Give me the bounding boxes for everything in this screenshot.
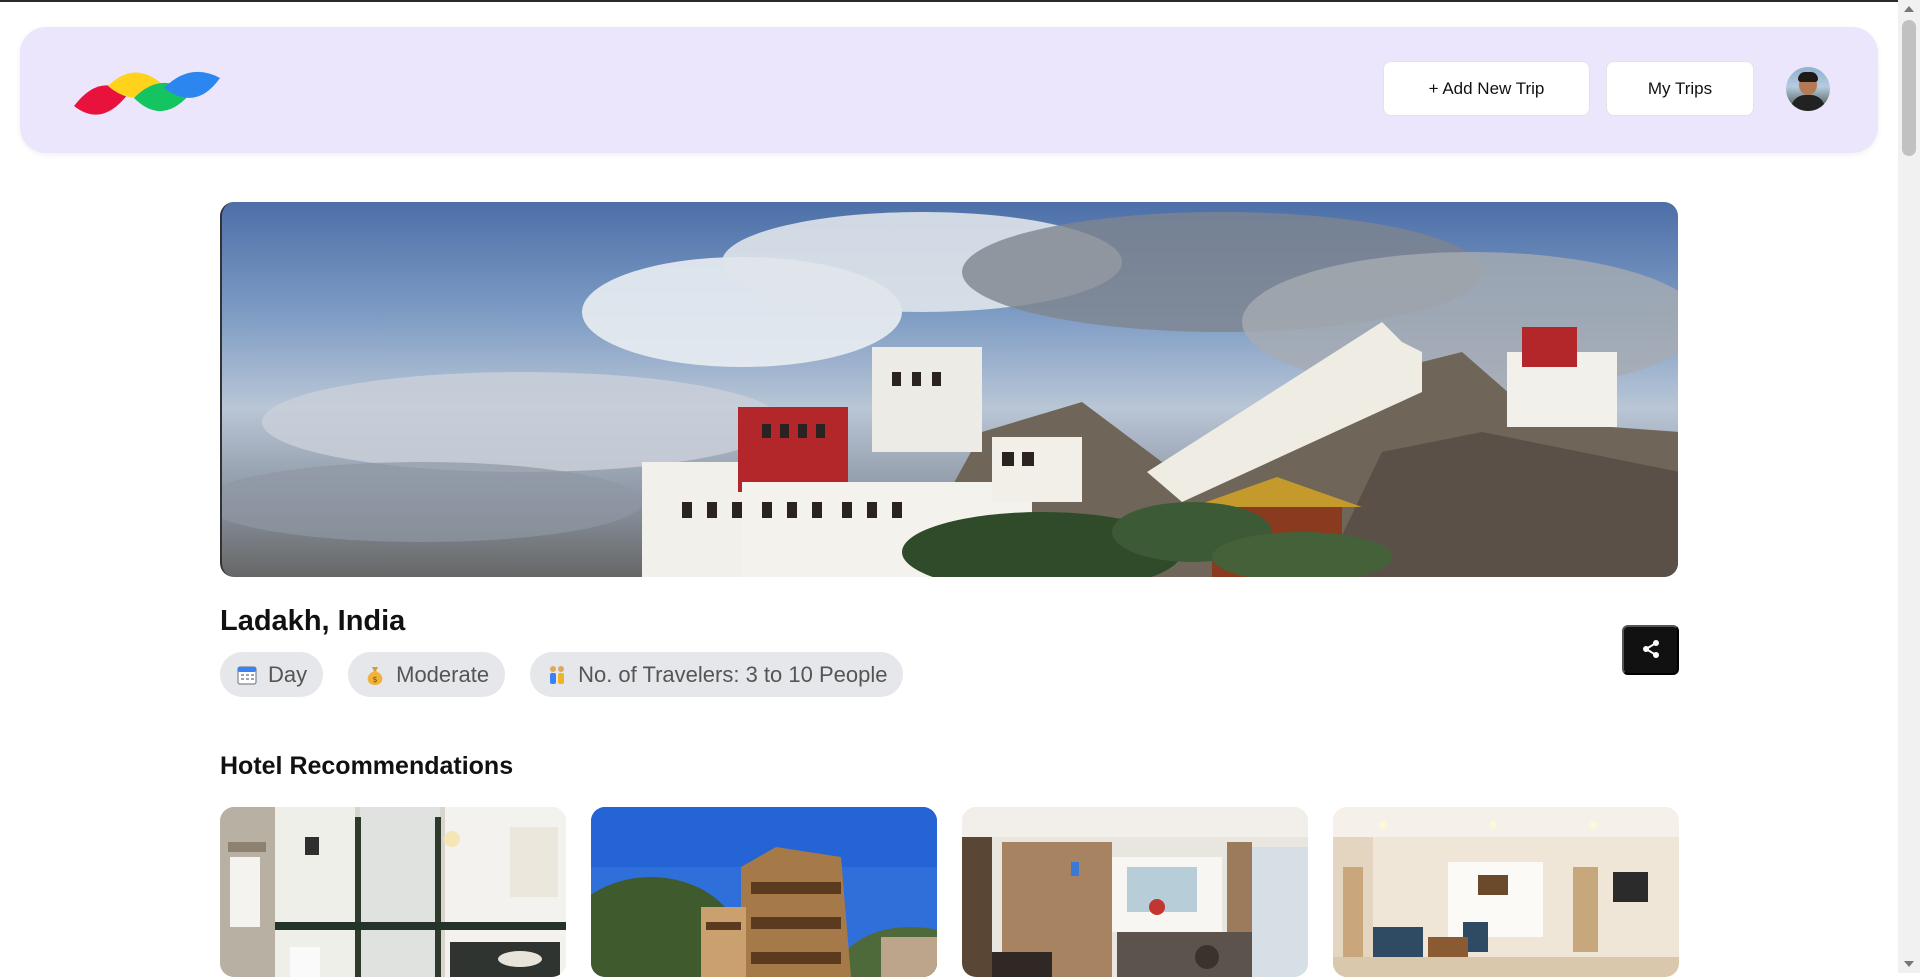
- trip-title: Ladakh, India: [220, 605, 406, 637]
- page: + Add New Trip My Trips Ladakh, India Da…: [0, 0, 1898, 977]
- scrollbar-thumb[interactable]: [1902, 20, 1916, 156]
- hotel-recommendations-heading: Hotel Recommendations: [220, 752, 514, 780]
- add-new-trip-button[interactable]: + Add New Trip: [1383, 61, 1590, 116]
- my-trips-button[interactable]: My Trips: [1606, 61, 1754, 116]
- svg-text:$: $: [373, 675, 378, 684]
- calendar-icon: [236, 664, 258, 686]
- trip-info-chips: Day $ Moderate No. of Travelers: 3 to 10…: [220, 652, 904, 697]
- people-icon: [546, 664, 568, 686]
- header-actions: + Add New Trip My Trips: [1383, 61, 1830, 116]
- avatar-hair: [1798, 71, 1818, 82]
- hotel-card[interactable]: [1333, 807, 1679, 977]
- hotel-card[interactable]: [591, 807, 937, 977]
- travelers-chip: No. of Travelers: 3 to 10 People: [530, 652, 904, 697]
- top-navbar: + Add New Trip My Trips: [20, 27, 1878, 153]
- budget-label: Moderate: [396, 661, 490, 687]
- duration-chip: Day: [220, 652, 324, 697]
- hotel-cards: [220, 807, 1679, 977]
- user-avatar[interactable]: [1786, 66, 1830, 111]
- hotel-card[interactable]: [220, 807, 566, 977]
- hotel-card[interactable]: [962, 807, 1308, 977]
- duration-label: Day: [268, 661, 308, 687]
- money-bag-icon: $: [364, 664, 386, 686]
- travelers-label: No. of Travelers: 3 to 10 People: [578, 661, 888, 687]
- share-button[interactable]: [1622, 625, 1679, 675]
- share-icon: [1641, 639, 1661, 662]
- vertical-scrollbar[interactable]: [1898, 0, 1920, 973]
- avatar-body: [1791, 94, 1825, 111]
- budget-chip: $ Moderate: [348, 652, 506, 697]
- app-logo[interactable]: [72, 64, 222, 120]
- scroll-down-arrow-icon[interactable]: [1904, 961, 1914, 967]
- scroll-up-arrow-icon[interactable]: [1904, 6, 1914, 12]
- destination-hero-image: [220, 202, 1678, 577]
